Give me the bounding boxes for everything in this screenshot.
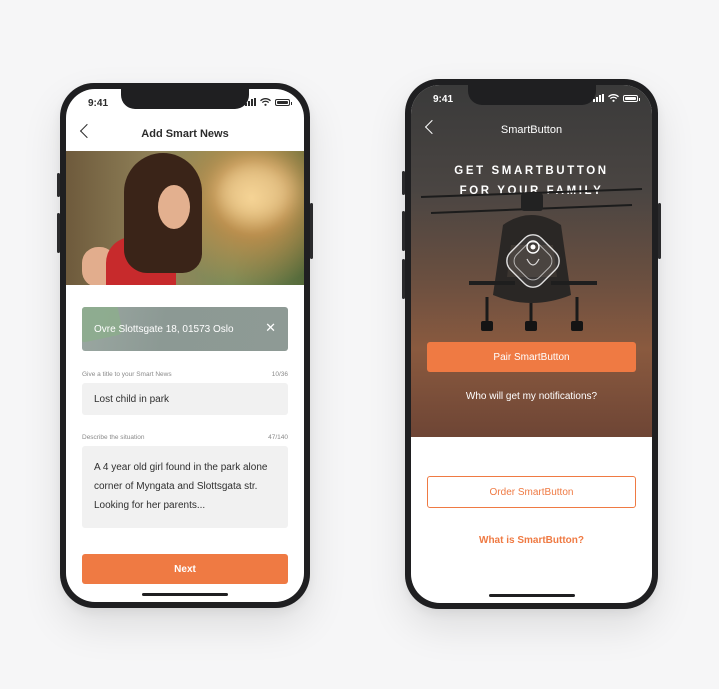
status-time: 9:41 [88, 98, 109, 109]
volume-up-button [402, 211, 405, 251]
title-input[interactable]: Lost child in park [82, 383, 288, 415]
notch [121, 89, 249, 109]
mute-switch [402, 171, 405, 195]
location-banner: Ovre Slottsgate 18, 01573 Oslo ✕ [82, 307, 288, 351]
home-indicator[interactable] [142, 593, 228, 596]
pair-smartbutton-button[interactable]: Pair SmartButton [427, 342, 636, 372]
battery-icon [275, 98, 292, 106]
description-line: A 4 year old girl found in the park alon… [94, 462, 268, 473]
description-line: corner of Myngata and Slottsgata str. [94, 481, 258, 492]
description-field-label-row: Describe the situation 47/140 [82, 434, 288, 441]
address-text: Ovre Slottsgate 18, 01573 Oslo [94, 323, 234, 335]
wifi-icon [260, 98, 271, 106]
nav-bar: SmartButton [411, 113, 652, 147]
right-screen: 9:41 SmartButton GET SMARTBUTTON FOR YOU… [411, 85, 652, 603]
hero-section: 9:41 SmartButton GET SMARTBUTTON FOR YOU… [411, 85, 652, 437]
title-field-label-row: Give a title to your Smart News 10/36 [82, 371, 288, 378]
notifications-recipients-link[interactable]: Who will get my notifications? [411, 391, 652, 402]
wifi-icon [608, 94, 619, 102]
left-phone: 9:41 Add Smart News Ovre Slottsgate 18, … [57, 83, 313, 608]
mute-switch [57, 173, 60, 197]
hero-photo [66, 151, 304, 285]
headline-line: GET SMARTBUTTON [454, 165, 609, 177]
left-screen: 9:41 Add Smart News Ovre Slottsgate 18, … [66, 89, 304, 602]
description-field-label: Describe the situation [82, 434, 145, 441]
nav-bar: Add Smart News [66, 117, 304, 151]
chevron-left-icon[interactable] [79, 123, 95, 139]
order-smartbutton-button[interactable]: Order SmartButton [427, 476, 636, 508]
notch [467, 85, 596, 105]
volume-up-button [57, 213, 60, 253]
power-button [658, 203, 661, 259]
close-icon[interactable]: ✕ [265, 321, 276, 334]
title-char-counter: 10/36 [271, 371, 288, 378]
title-input-value: Lost child in park [94, 393, 170, 405]
power-button [310, 203, 313, 259]
page-title: SmartButton [500, 124, 563, 136]
home-indicator[interactable] [488, 594, 575, 597]
smartbutton-logo-icon [506, 234, 560, 288]
description-line: Looking for her parents... [94, 500, 206, 511]
right-phone: 9:41 SmartButton GET SMARTBUTTON FOR YOU… [402, 79, 661, 609]
description-textarea[interactable]: A 4 year old girl found in the park alon… [82, 446, 288, 528]
battery-icon [623, 94, 640, 102]
page-title: Add Smart News [141, 128, 229, 140]
title-field-label: Give a title to your Smart News [82, 371, 172, 378]
description-char-counter: 47/140 [268, 434, 288, 441]
chevron-left-icon[interactable] [424, 119, 440, 135]
what-is-smartbutton-link[interactable]: What is SmartButton? [411, 535, 652, 546]
status-time: 9:41 [433, 94, 454, 105]
next-button[interactable]: Next [82, 554, 288, 584]
volume-down-button [402, 259, 405, 299]
